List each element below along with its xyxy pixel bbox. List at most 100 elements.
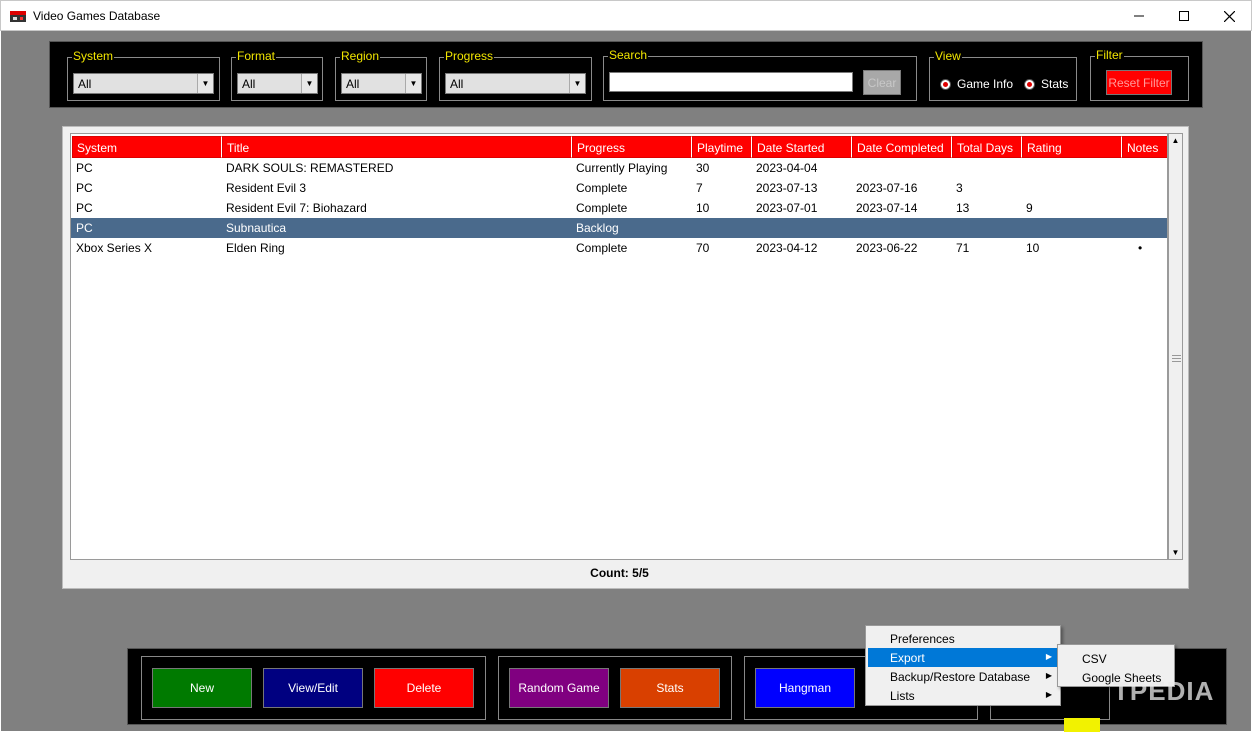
search-input[interactable] [609, 72, 853, 92]
search-label: Search [608, 48, 649, 62]
grip-icon [1172, 355, 1181, 362]
settings-button[interactable] [1064, 718, 1100, 732]
column-header-notes[interactable]: Notes [1122, 136, 1167, 158]
region-filter-group: Region All ▼ [335, 49, 427, 101]
cell-system: PC [76, 161, 93, 175]
column-header-system[interactable]: System [72, 136, 222, 158]
cell-progress: Complete [576, 241, 628, 255]
cell-playtime: 7 [696, 181, 703, 195]
record-actions-group: New View/Edit Delete [141, 656, 486, 720]
cell-system: PC [76, 201, 93, 215]
minimize-button[interactable] [1116, 1, 1162, 31]
format-filter-group: Format All ▼ [231, 49, 323, 101]
table-header: System Title Progress Playtime Date Star… [71, 134, 1167, 158]
menu-item-lists[interactable]: Lists ▶ [868, 686, 1058, 705]
close-button[interactable] [1206, 1, 1252, 31]
cell-playtime: 70 [696, 241, 710, 255]
settings-menu: Preferences Export ▶ Backup/Restore Data… [865, 625, 1061, 706]
chevron-down-icon[interactable]: ▼ [405, 74, 421, 93]
cell-date-completed: 2023-07-14 [856, 201, 918, 215]
format-select[interactable]: All ▼ [237, 73, 318, 94]
system-filter-group: System All ▼ [67, 49, 220, 101]
maximize-icon [1179, 11, 1189, 21]
cell-title: Elden Ring [226, 241, 285, 255]
system-filter-label: System [72, 49, 115, 63]
scrollbar-thumb[interactable] [1170, 148, 1181, 545]
view-game-info-radio[interactable]: Game Info [940, 77, 1013, 91]
view-label: View [934, 49, 962, 63]
progress-select[interactable]: All ▼ [445, 73, 586, 94]
table-row[interactable]: PC DARK SOULS: REMASTERED Currently Play… [71, 158, 1167, 178]
radio-icon[interactable] [1024, 78, 1035, 90]
progress-select-value: All [450, 77, 464, 91]
vertical-scrollbar[interactable]: ▲ ▼ [1168, 133, 1183, 560]
cell-date-completed: 2023-07-16 [856, 181, 918, 195]
cell-progress: Complete [576, 181, 628, 195]
region-filter-label: Region [340, 49, 381, 63]
cell-system: PC [76, 181, 93, 195]
chevron-down-icon[interactable]: ▼ [197, 74, 213, 93]
games-grid-panel: System Title Progress Playtime Date Star… [62, 126, 1189, 589]
submenu-arrow-icon: ▶ [1045, 690, 1052, 699]
games-table[interactable]: System Title Progress Playtime Date Star… [70, 133, 1168, 560]
format-filter-label: Format [236, 49, 277, 63]
cell-date-started: 2023-04-12 [756, 241, 818, 255]
progress-filter-label: Progress [444, 49, 495, 63]
submenu-arrow-icon: ▶ [1045, 671, 1052, 680]
column-header-date-started[interactable]: Date Started [752, 136, 852, 158]
cell-rating: 9 [1026, 201, 1033, 215]
record-count: Count: 5/5 [590, 566, 649, 580]
column-header-playtime[interactable]: Playtime [692, 136, 752, 158]
chevron-down-icon[interactable]: ▼ [301, 74, 317, 93]
hangman-button[interactable]: Hangman [755, 668, 855, 708]
menu-item-backup-restore-label: Backup/Restore Database [890, 670, 1031, 684]
stats-button[interactable]: Stats [620, 668, 720, 708]
app-icon [10, 11, 26, 22]
clear-search-button[interactable]: Clear [863, 70, 901, 95]
table-row-selected[interactable]: PC Subnautica Backlog [71, 218, 1167, 238]
system-select-value: All [78, 77, 92, 91]
cell-title: Resident Evil 7: Biohazard [226, 201, 367, 215]
column-header-rating[interactable]: Rating [1022, 136, 1122, 158]
view-stats-radio[interactable]: Stats [1024, 77, 1068, 91]
cell-playtime: 10 [696, 201, 710, 215]
table-row[interactable]: PC Resident Evil 3 Complete 7 2023-07-13… [71, 178, 1167, 198]
view-edit-button[interactable]: View/Edit [263, 668, 363, 708]
column-header-total-days[interactable]: Total Days [952, 136, 1022, 158]
cell-date-started: 2023-04-04 [756, 161, 818, 175]
cell-total-days: 3 [956, 181, 963, 195]
menu-item-lists-label: Lists [890, 689, 915, 703]
new-button[interactable]: New [152, 668, 252, 708]
format-select-value: All [242, 77, 256, 91]
region-select[interactable]: All ▼ [341, 73, 422, 94]
view-stats-label: Stats [1041, 77, 1069, 91]
maximize-button[interactable] [1161, 1, 1207, 31]
cell-date-completed: 2023-06-22 [856, 241, 918, 255]
scroll-down-icon[interactable]: ▼ [1169, 546, 1182, 559]
menu-item-backup-restore[interactable]: Backup/Restore Database ▶ [868, 667, 1058, 686]
column-header-progress[interactable]: Progress [572, 136, 692, 158]
close-icon [1223, 10, 1235, 22]
delete-button[interactable]: Delete [374, 668, 474, 708]
cell-playtime: 30 [696, 161, 710, 175]
radio-icon[interactable] [940, 78, 951, 90]
random-game-button[interactable]: Random Game [509, 668, 609, 708]
menu-item-export-label: Export [890, 651, 925, 665]
cell-total-days: 13 [956, 201, 970, 215]
search-group: Search Clear [603, 48, 917, 101]
cell-rating: 10 [1026, 241, 1040, 255]
chevron-down-icon[interactable]: ▼ [569, 74, 585, 93]
table-row[interactable]: PC Resident Evil 7: Biohazard Complete 1… [71, 198, 1167, 218]
system-select[interactable]: All ▼ [73, 73, 214, 94]
menu-item-preferences[interactable]: Preferences [868, 629, 1058, 648]
submenu-arrow-icon: ▶ [1045, 652, 1052, 661]
scroll-up-icon[interactable]: ▲ [1169, 134, 1182, 147]
reset-filter-button[interactable]: Reset Filter [1106, 70, 1172, 95]
column-header-date-completed[interactable]: Date Completed [852, 136, 952, 158]
submenu-item-csv[interactable]: CSV [1060, 648, 1172, 667]
table-row[interactable]: Xbox Series X Elden Ring Complete 70 202… [71, 238, 1167, 258]
column-header-title[interactable]: Title [222, 136, 572, 158]
filter-bar: System All ▼ Format All ▼ Region All ▼ P… [49, 41, 1203, 108]
cell-progress: Currently Playing [576, 161, 668, 175]
menu-item-export[interactable]: Export ▶ [868, 648, 1058, 667]
